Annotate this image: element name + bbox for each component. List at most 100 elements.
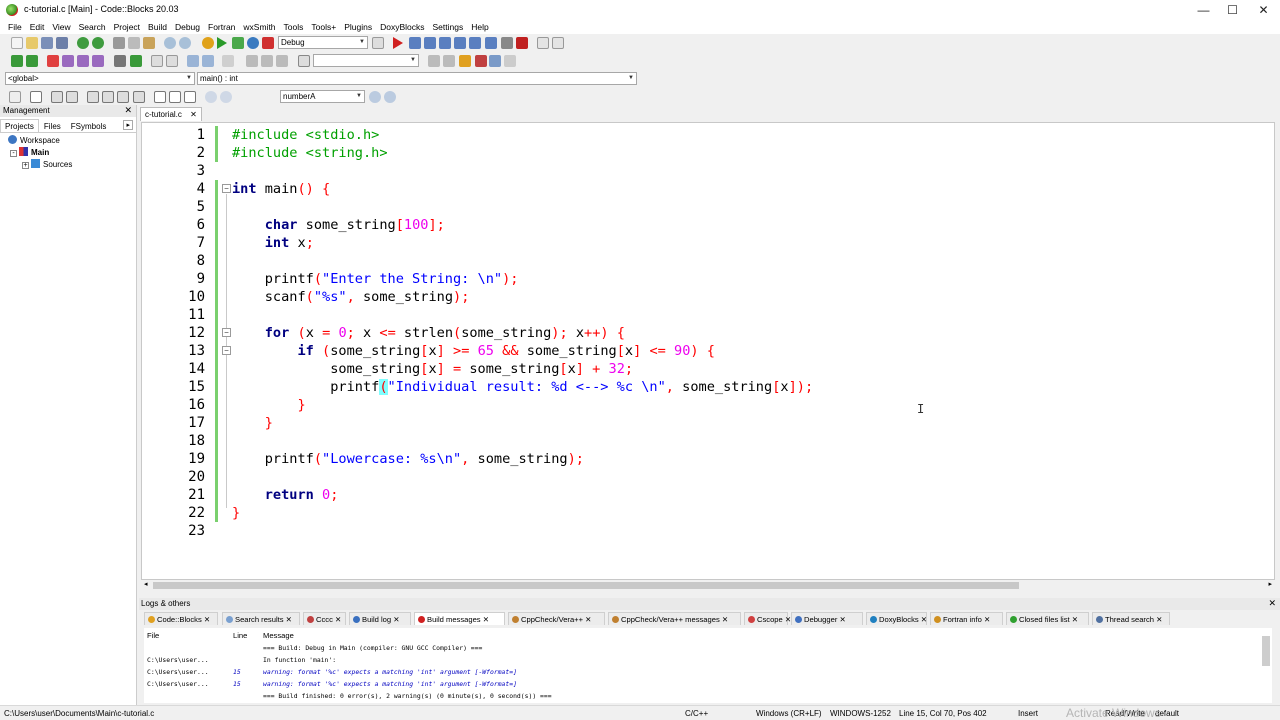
- log-tab[interactable]: Build messages ✕: [414, 612, 505, 625]
- rebuild-icon[interactable]: [247, 37, 259, 49]
- code-line[interactable]: printf("Lowercase: %s\n", some_string);: [232, 450, 584, 468]
- log-tab[interactable]: Closed files list ✕: [1006, 612, 1089, 625]
- scroll-right-icon[interactable]: ▸: [1268, 580, 1272, 588]
- menu-debug[interactable]: Debug: [171, 20, 204, 34]
- highlight-icon[interactable]: [459, 55, 471, 67]
- code-editor[interactable]: 1 2 3 4 5 6 7 8 9 10 11 12 13 14 15 16 17 18 19 20 21 22 23− − −…: [141, 122, 1275, 580]
- column-file[interactable]: File: [147, 631, 159, 640]
- menu-plugins[interactable]: Plugins: [340, 20, 376, 34]
- log-cell-file[interactable]: C:\Users\user...: [147, 666, 209, 678]
- log-tab-close-icon[interactable]: ✕: [1070, 615, 1078, 624]
- menu-wxsmith[interactable]: wxSmith: [239, 20, 279, 34]
- box-sizer-icon[interactable]: [102, 91, 114, 103]
- cut-icon[interactable]: [113, 37, 125, 49]
- run-icon[interactable]: [217, 37, 227, 49]
- new-file-icon[interactable]: [11, 37, 23, 49]
- build-gear-icon[interactable]: [202, 37, 214, 49]
- scope-select[interactable]: <global> ▼: [5, 72, 195, 85]
- log-tab[interactable]: Cscope ✕: [744, 612, 791, 625]
- menu-settings[interactable]: Settings: [429, 20, 468, 34]
- toggle-source-icon[interactable]: [202, 55, 214, 67]
- tree-folder-sources[interactable]: + Sources: [22, 159, 72, 170]
- tree-project-main[interactable]: - Main: [10, 147, 49, 158]
- break-debugger-icon[interactable]: [501, 37, 513, 49]
- menu-doxyblocks[interactable]: DoxyBlocks: [376, 20, 428, 34]
- menu-fortran[interactable]: Fortran: [204, 20, 239, 34]
- log-tab[interactable]: Search results ✕: [222, 612, 300, 625]
- sizer-icon[interactable]: [87, 91, 99, 103]
- stop-debugger-icon[interactable]: [516, 37, 528, 49]
- script-select[interactable]: ▼: [313, 54, 419, 67]
- code-line[interactable]: printf("Enter the String: \n");: [232, 270, 519, 288]
- log-tab-close-icon[interactable]: ✕: [391, 615, 399, 624]
- block-comment-icon[interactable]: [151, 55, 163, 67]
- log-tab[interactable]: CppCheck/Vera++ messages ✕: [608, 612, 741, 625]
- search-icon[interactable]: [369, 91, 381, 103]
- log-tab-close-icon[interactable]: ✕: [202, 615, 210, 624]
- maximize-button[interactable]: ☐: [1216, 0, 1249, 20]
- tab-projects[interactable]: Projects: [0, 119, 39, 132]
- step-into-icon[interactable]: [439, 37, 451, 49]
- code-line[interactable]: return 0;: [232, 486, 339, 504]
- redo-icon[interactable]: [92, 37, 104, 49]
- bookmark-clear-icon[interactable]: [92, 55, 104, 67]
- debug-continue-icon[interactable]: [393, 37, 403, 49]
- log-tab-close-icon[interactable]: ✕: [783, 615, 791, 624]
- zoom-in-icon[interactable]: [205, 91, 217, 103]
- menu-file[interactable]: File: [4, 20, 26, 34]
- open-folder-icon[interactable]: [26, 37, 38, 49]
- log-cell-message[interactable]: warning: format '%c' expects a matching …: [263, 666, 517, 678]
- tabs-scroll-right-icon[interactable]: ▸: [123, 120, 133, 130]
- scroll-left-icon[interactable]: ◂: [144, 580, 148, 588]
- stream-comment-icon[interactable]: [166, 55, 178, 67]
- log-tab-close-icon[interactable]: ✕: [333, 615, 341, 624]
- code-line[interactable]: printf("Individual result: %d <--> %c \n…: [232, 378, 813, 396]
- log-tab-close-icon[interactable]: ✕: [837, 615, 845, 624]
- target-options-icon[interactable]: [372, 37, 384, 49]
- editor-tab-close-button[interactable]: ✕: [190, 110, 197, 119]
- code-line[interactable]: }: [232, 396, 305, 414]
- code-line[interactable]: if (some_string[x] >= 65 && some_string[…: [232, 342, 715, 360]
- wrench-icon[interactable]: [222, 55, 234, 67]
- close-window-button[interactable]: ✕: [1247, 0, 1280, 20]
- log-tab-close-icon[interactable]: ✕: [720, 615, 728, 624]
- build-messages-table[interactable]: File Line Message === Build: Debug in Ma…: [144, 628, 1272, 703]
- editor-horizontal-scrollbar[interactable]: ◂ ▸: [141, 580, 1275, 591]
- menu-view[interactable]: View: [48, 20, 74, 34]
- log-cell-line[interactable]: 15: [233, 678, 241, 690]
- code-line[interactable]: int x;: [232, 234, 314, 252]
- menu-project[interactable]: Project: [110, 20, 144, 34]
- undo-icon[interactable]: [77, 37, 89, 49]
- find-icon[interactable]: [164, 37, 176, 49]
- replace-icon[interactable]: [179, 37, 191, 49]
- copy-icon[interactable]: [128, 37, 140, 49]
- save-icon[interactable]: [41, 37, 53, 49]
- zoom-out-icon[interactable]: [220, 91, 232, 103]
- column-line[interactable]: Line: [233, 631, 247, 640]
- code-line[interactable]: for (x = 0; x <= strlen(some_string); x+…: [232, 324, 625, 342]
- log-tab[interactable]: Cccc ✕: [303, 612, 346, 625]
- code-line[interactable]: char some_string[100];: [232, 216, 445, 234]
- marker-icon[interactable]: [475, 55, 487, 67]
- search-symbol-select[interactable]: numberA ▼: [280, 90, 365, 103]
- log-tab[interactable]: Build log ✕: [349, 612, 411, 625]
- menu-edit[interactable]: Edit: [26, 20, 49, 34]
- code-line[interactable]: }: [232, 504, 240, 522]
- last-change-icon[interactable]: [276, 55, 288, 67]
- log-tab-close-icon[interactable]: ✕: [1154, 615, 1162, 624]
- log-tab[interactable]: Fortran info ✕: [930, 612, 1003, 625]
- code-line[interactable]: int main() {: [232, 180, 330, 198]
- next-line-icon[interactable]: [424, 37, 436, 49]
- expand-icon[interactable]: +: [22, 162, 29, 169]
- abort-icon[interactable]: [262, 37, 274, 49]
- tab-files[interactable]: Files: [39, 119, 66, 132]
- log-tab[interactable]: Code::Blocks ✕: [144, 612, 218, 625]
- panel-icon[interactable]: [66, 91, 78, 103]
- button-widget-icon[interactable]: [154, 91, 166, 103]
- pointer-icon[interactable]: [9, 91, 21, 103]
- log-cell-message[interactable]: === Build: Debug in Main (compiler: GNU …: [263, 642, 482, 654]
- scrollbar-thumb[interactable]: [153, 582, 1019, 589]
- menu-help[interactable]: Help: [467, 20, 492, 34]
- log-cell-line[interactable]: 15: [233, 666, 241, 678]
- fold-toggle-icon[interactable]: −: [222, 184, 231, 193]
